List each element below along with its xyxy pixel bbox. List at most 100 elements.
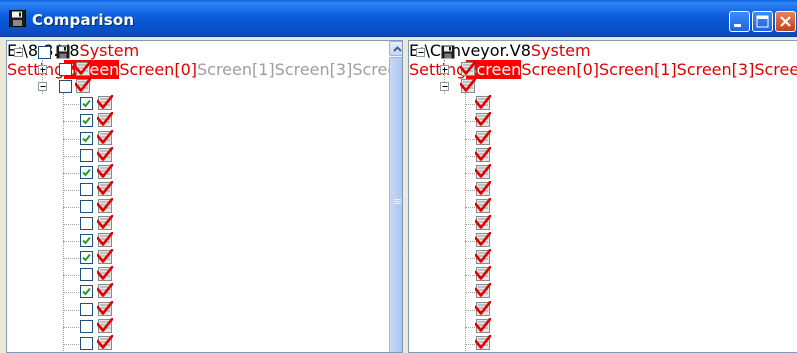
screen-check-icon [460, 78, 476, 94]
screen-item-checkbox[interactable] [80, 199, 93, 213]
screen-item-label[interactable]: Screen[5] [754, 60, 797, 79]
screen-check-icon [475, 266, 491, 282]
checkmark-icon [82, 100, 91, 108]
root-collapse-button[interactable] [416, 48, 425, 57]
tree-connector [63, 104, 79, 106]
screen-check-icon [475, 232, 491, 248]
screen-item-checkbox[interactable] [80, 251, 93, 265]
screen-check-icon [475, 197, 491, 213]
system-setting-expand-button[interactable] [38, 65, 47, 75]
scroll-up-button[interactable] [389, 41, 402, 56]
plus-icon [40, 67, 46, 73]
scroll-thumb[interactable] [389, 57, 402, 352]
save-disk-icon [441, 45, 455, 59]
right-tree-pane[interactable]: E:\Conveyor.V8 System Setting Screen Screen… [408, 40, 797, 353]
left-tree-pane[interactable]: E:\8.8.V8System SettingScreenScreen[0]Sc… [6, 40, 403, 353]
tree-connector [63, 206, 79, 208]
tree-connector [465, 121, 475, 123]
system-setting-expand-button[interactable] [440, 65, 449, 75]
screen-collapse-button[interactable] [38, 82, 47, 92]
tree-connector [465, 326, 475, 328]
minus-icon [418, 52, 424, 53]
screen-check-icon [475, 180, 491, 196]
screen-item-checkbox[interactable] [80, 234, 93, 248]
scroll-grip [394, 203, 401, 204]
screen-item-checkbox[interactable] [80, 319, 93, 333]
screen-check-icon [97, 283, 113, 299]
tree-connector [63, 224, 79, 225]
screen-check-icon [97, 334, 113, 350]
minimize-button[interactable] [729, 11, 750, 32]
checkmark-icon [82, 236, 91, 245]
screen-item-checkbox[interactable] [80, 182, 93, 196]
scroll-grip [394, 199, 401, 200]
screen-item-checkbox[interactable] [80, 114, 93, 128]
minus-icon [40, 86, 46, 88]
tree-connector [465, 241, 475, 243]
screen-check-icon [475, 215, 491, 230]
save-disk-icon [56, 45, 70, 59]
save-disk-icon [9, 10, 26, 27]
screen-check-icon [475, 249, 491, 265]
tree-connector [63, 292, 79, 294]
screen-check-icon [475, 317, 491, 333]
screen-item-checkbox[interactable] [80, 148, 93, 162]
screen-check-icon [475, 112, 491, 128]
system-setting-checkbox[interactable] [59, 63, 72, 77]
minimize-icon [734, 24, 741, 27]
tree-connector [465, 309, 475, 311]
screen-collapse-button[interactable] [440, 82, 449, 92]
close-icon [780, 16, 791, 27]
screen-check-icon [475, 283, 491, 299]
screen-item-checkbox[interactable] [80, 217, 93, 230]
screen-item-label[interactable]: Screen[0] [521, 60, 599, 79]
screen-check-icon [97, 180, 113, 196]
tree-connector [465, 343, 475, 345]
screen-item-checkbox[interactable] [80, 97, 93, 111]
tree-connector [63, 172, 79, 174]
left-tree[interactable]: E:\8.8.V8System SettingScreenScreen[0]Sc… [7, 41, 402, 352]
screen-check-icon [475, 163, 491, 179]
screen-check-icon [97, 266, 113, 282]
root-checkbox[interactable] [38, 46, 51, 59]
screen-check-icon [475, 300, 491, 316]
screen-check-icon [75, 61, 91, 77]
screen-item-checkbox[interactable] [80, 131, 93, 145]
title-bar[interactable]: Comparison [0, 0, 797, 37]
screen-check-icon [97, 197, 113, 213]
screen-item-label[interactable]: Screen[1] [197, 60, 275, 79]
screen-item-checkbox[interactable] [80, 165, 93, 179]
screen-check-icon [97, 215, 113, 230]
screen-item-checkbox[interactable] [80, 336, 93, 350]
screen-item-label[interactable]: Screen[0] [119, 60, 197, 79]
tree-connector [63, 241, 79, 243]
tree-connector [465, 224, 475, 225]
tree-connector [63, 326, 79, 328]
screen-checkbox[interactable] [59, 80, 72, 94]
screen-item-checkbox[interactable] [80, 268, 93, 282]
tree-connector [63, 275, 79, 277]
checkmark-icon [82, 117, 91, 125]
screen-item-label[interactable]: Screen[3] [275, 60, 353, 79]
tree-connector [465, 138, 475, 140]
right-tree[interactable]: E:\Conveyor.V8 System Setting Screen Screen… [409, 41, 797, 352]
screen-item-label[interactable]: Screen[1] [599, 60, 677, 79]
screen-item-label[interactable]: Screen[3] [677, 60, 755, 79]
window-title: Comparison [32, 11, 135, 29]
screen-label[interactable]: Screen [64, 60, 120, 79]
screen-check-icon [97, 129, 113, 145]
checkmark-icon [82, 134, 91, 142]
maximize-button[interactable] [752, 11, 773, 32]
screen-check-icon [97, 163, 113, 179]
tree-connector [465, 275, 475, 277]
chevron-up-icon [393, 46, 402, 52]
screen-item-checkbox[interactable] [80, 302, 93, 316]
left-vertical-scrollbar[interactable] [389, 41, 402, 352]
close-button[interactable] [775, 11, 796, 32]
screen-item-checkbox[interactable] [80, 285, 93, 299]
root-label[interactable]: E:\Conveyor.V8 [409, 41, 531, 60]
tree-connector [465, 104, 475, 106]
screen-check-icon [97, 112, 113, 128]
root-collapse-button[interactable] [14, 48, 23, 57]
tree-connector [63, 258, 79, 260]
